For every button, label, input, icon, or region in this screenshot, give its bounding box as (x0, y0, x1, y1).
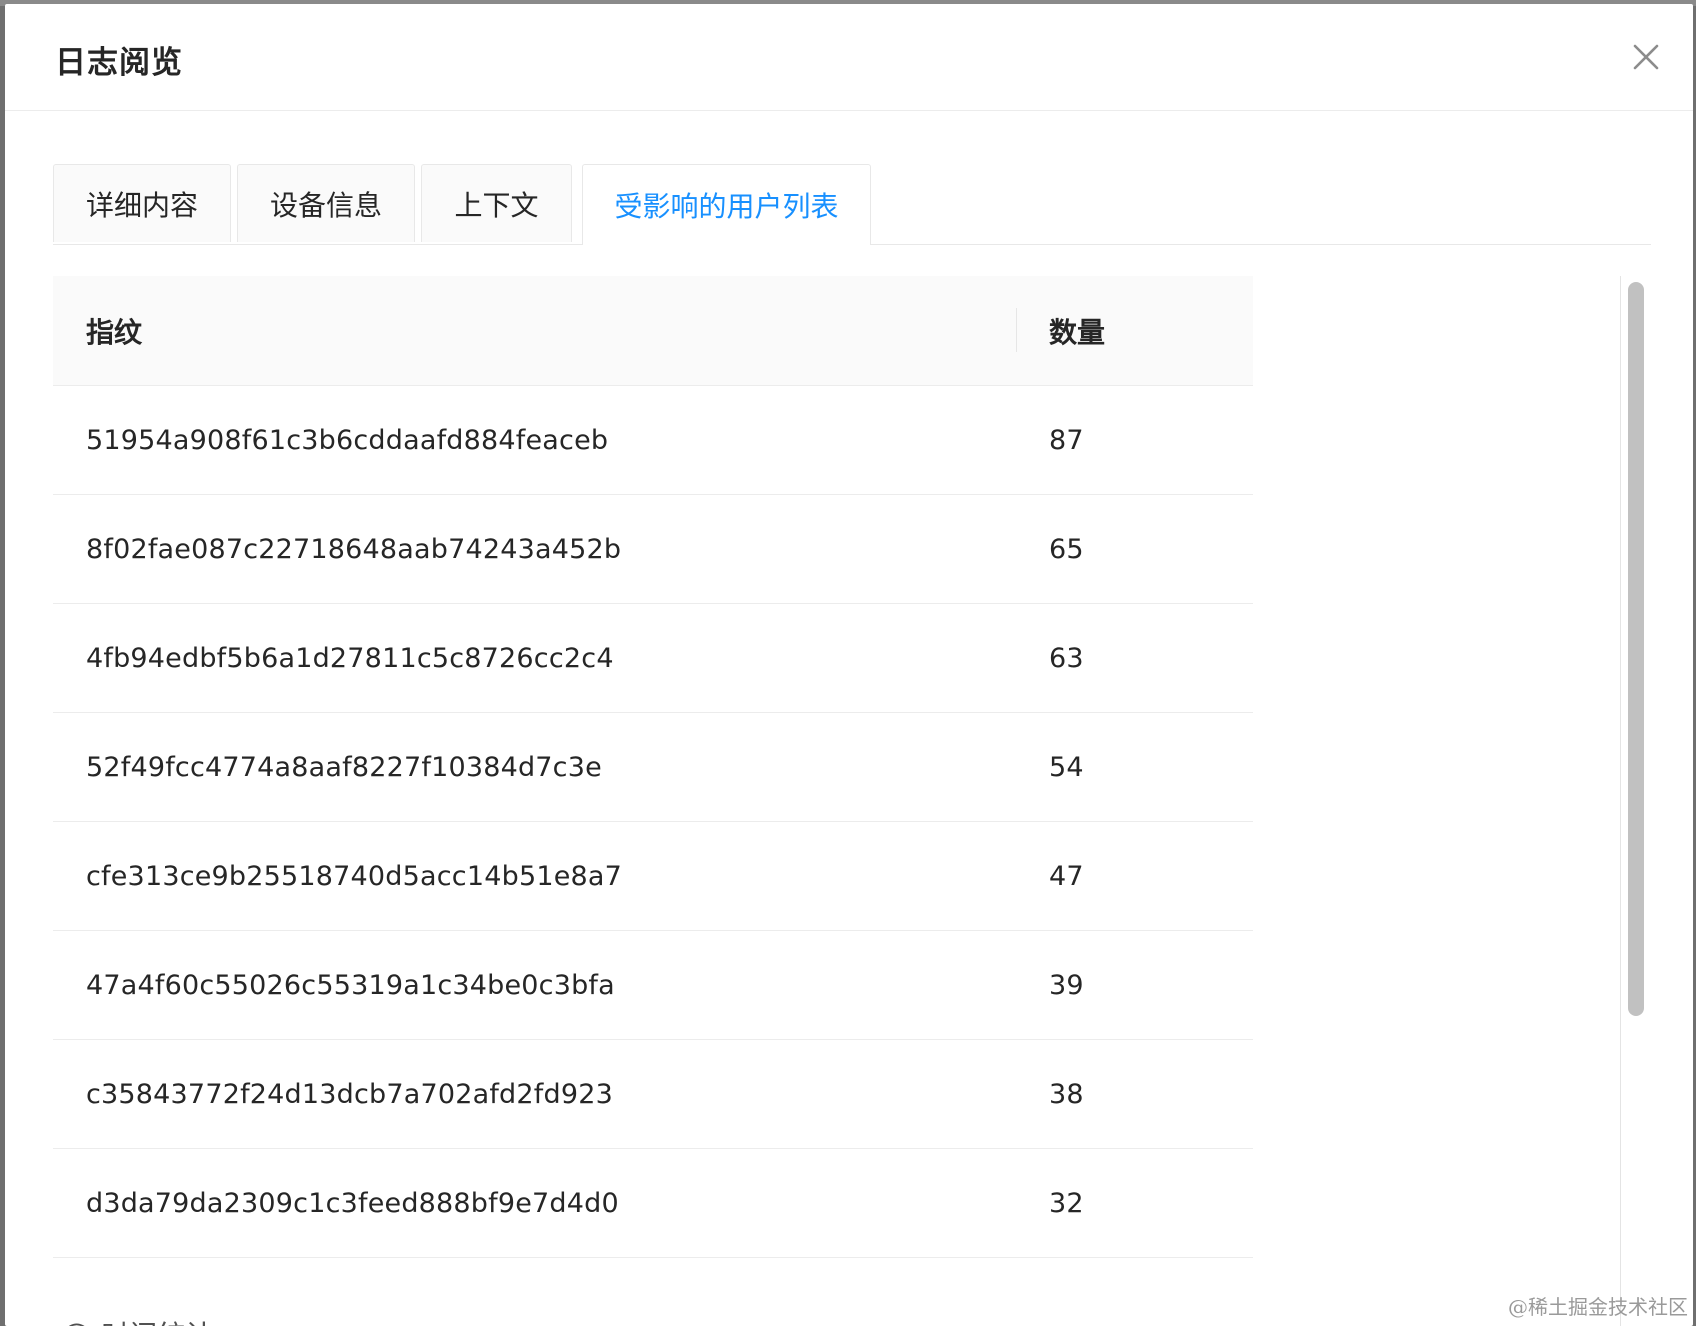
log-view-modal: 日志阅览 详细内容 设备信息 上下文 受影响的用户列表 指纹 数量 51954a… (5, 4, 1693, 1326)
cell-count: 54 (1049, 752, 1084, 783)
table-header: 指纹 数量 (53, 276, 1253, 386)
tab-details[interactable]: 详细内容 (53, 164, 231, 242)
scrollbar-track[interactable] (1620, 276, 1651, 1326)
close-icon (1633, 44, 1659, 70)
column-divider (1016, 308, 1017, 352)
watermark: @稀土掘金技术社区 (1508, 1295, 1688, 1319)
cell-count: 63 (1049, 643, 1084, 674)
cell-fingerprint: c35843772f24d13dcb7a702afd2fd923 (86, 1079, 613, 1110)
cell-fingerprint: 51954a908f61c3b6cddaafd884feaceb (86, 425, 609, 456)
cell-count: 47 (1049, 861, 1084, 892)
tab-context[interactable]: 上下文 (421, 164, 572, 242)
table-row: 8f02fae087c22718648aab74243a452b 65 (53, 495, 1253, 604)
cell-count: 65 (1049, 534, 1084, 565)
affected-users-table: 指纹 数量 51954a908f61c3b6cddaafd884feaceb 8… (53, 276, 1253, 1326)
tab-affected-users[interactable]: 受影响的用户列表 (582, 164, 871, 245)
cell-fingerprint: 8f02fae087c22718648aab74243a452b (86, 534, 622, 565)
column-header-count: 数量 (1049, 315, 1106, 349)
cell-count: 87 (1049, 425, 1084, 456)
cell-fingerprint: 47a4f60c55026c55319a1c34be0c3bfa (86, 970, 615, 1001)
table-row: 51954a908f61c3b6cddaafd884feaceb 87 (53, 386, 1253, 495)
table-row: cfe313ce9b25518740d5acc14b51e8a7 47 (53, 822, 1253, 931)
scrollbar-thumb[interactable] (1628, 282, 1644, 1016)
cell-count: 39 (1049, 970, 1084, 1001)
table-row: 52f49fcc4774a8aaf8227f10384d7c3e 54 (53, 713, 1253, 822)
column-header-fingerprint: 指纹 (86, 315, 143, 349)
table-row: c35843772f24d13dcb7a702afd2fd923 38 (53, 1040, 1253, 1149)
cell-count: 32 (1049, 1188, 1084, 1219)
tab-bar: 详细内容 设备信息 上下文 受影响的用户列表 (53, 160, 1651, 245)
close-button[interactable] (1629, 40, 1663, 74)
modal-title: 日志阅览 (55, 45, 183, 81)
table-row: 47a4f60c55026c55319a1c34be0c3bfa 39 (53, 931, 1253, 1040)
cell-count: 38 (1049, 1079, 1084, 1110)
cell-fingerprint: 52f49fcc4774a8aaf8227f10384d7c3e (86, 752, 602, 783)
cell-fingerprint: cfe313ce9b25518740d5acc14b51e8a7 (86, 861, 623, 892)
table-row: 4fb94edbf5b6a1d27811c5c8726cc2c4 63 (53, 604, 1253, 713)
tab-device-info[interactable]: 设备信息 (237, 164, 415, 242)
time-stats-heading: ◯ 时间统计 (61, 1314, 213, 1326)
table-body: 51954a908f61c3b6cddaafd884feaceb 87 8f02… (53, 386, 1253, 1258)
cell-fingerprint: 4fb94edbf5b6a1d27811c5c8726cc2c4 (86, 643, 614, 674)
table-row: d3da79da2309c1c3feed888bf9e7d4d0 32 (53, 1149, 1253, 1258)
cell-fingerprint: d3da79da2309c1c3feed888bf9e7d4d0 (86, 1188, 619, 1219)
modal-header: 日志阅览 (5, 4, 1693, 111)
